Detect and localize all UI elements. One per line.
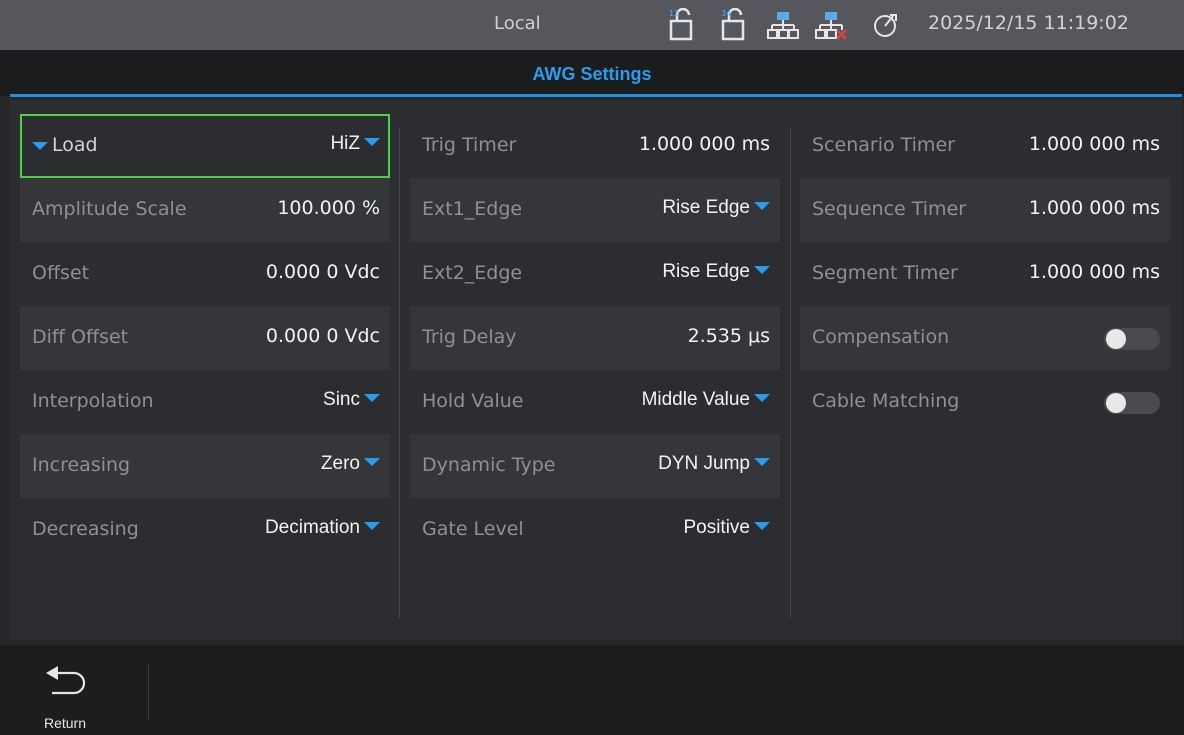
status-bar: Local 12 34 2025/12/15 11:19:02	[0, 0, 1184, 50]
svg-text:34: 34	[721, 9, 731, 18]
setting-value: Rise Edge	[662, 261, 770, 283]
setting-label: Gate Level	[422, 518, 524, 540]
setting-value: Middle Value	[642, 389, 770, 411]
toggle-knob	[1106, 329, 1126, 349]
footer-bar: Return	[0, 645, 1184, 735]
setting-value: 2.535 μs	[687, 325, 770, 347]
setting-label: Diff Offset	[32, 326, 129, 348]
setting-label: Offset	[32, 262, 90, 284]
setting-label: Cable Matching	[812, 390, 960, 412]
chevron-down-icon	[754, 394, 770, 403]
chevron-down-icon	[754, 266, 770, 275]
setting-dynamic-type[interactable]: Dynamic Type DYN Jump	[410, 434, 780, 498]
setting-trig-timer[interactable]: Trig Timer 1.000 000 ms	[410, 114, 780, 178]
return-button[interactable]: Return	[40, 663, 110, 733]
setting-value: DYN Jump	[658, 453, 770, 475]
setting-label: Dynamic Type	[422, 454, 556, 476]
chevron-down-icon	[32, 142, 48, 150]
page-title: AWG Settings	[532, 64, 652, 84]
channel-12-icon: 12	[669, 8, 693, 41]
setting-value: 0.000 0 Vdc	[265, 325, 380, 347]
setting-interpolation[interactable]: Interpolation Sinc	[20, 370, 390, 434]
setting-value: 0.000 0 Vdc	[265, 261, 380, 283]
chevron-down-icon	[754, 458, 770, 467]
svg-text:12: 12	[669, 9, 679, 18]
setting-value: HiZ	[330, 133, 380, 155]
column-divider	[790, 128, 791, 618]
setting-offset[interactable]: Offset 0.000 0 Vdc	[20, 242, 390, 306]
footer-divider	[148, 663, 149, 721]
setting-value: Zero	[321, 453, 380, 475]
setting-label: Compensation	[812, 326, 950, 348]
chevron-down-icon	[364, 458, 380, 467]
setting-trig-delay[interactable]: Trig Delay 2.535 μs	[410, 306, 780, 370]
setting-segment-timer[interactable]: Segment Timer 1.000 000 ms	[800, 242, 1170, 306]
setting-value: Rise Edge	[662, 197, 770, 219]
setting-label: Hold Value	[422, 390, 524, 412]
setting-value: Decimation	[265, 517, 380, 539]
setting-cable-matching: Cable Matching	[800, 370, 1170, 434]
setting-label: Sequence Timer	[812, 198, 967, 220]
setting-diff-offset[interactable]: Diff Offset 0.000 0 Vdc	[20, 306, 390, 370]
timer-icon	[874, 14, 897, 37]
setting-label: Load	[52, 134, 98, 156]
setting-increasing[interactable]: Increasing Zero	[20, 434, 390, 498]
setting-value: Sinc	[323, 389, 380, 411]
return-label: Return	[43, 715, 87, 731]
setting-label: Interpolation	[32, 390, 154, 412]
cable-matching-toggle[interactable]	[1104, 392, 1160, 414]
chevron-down-icon	[754, 522, 770, 531]
setting-label: Increasing	[32, 454, 131, 476]
setting-value: 1.000 000 ms	[638, 133, 770, 155]
chevron-down-icon	[364, 522, 380, 531]
setting-label: Ext1_Edge	[422, 198, 523, 220]
setting-label: Scenario Timer	[812, 134, 955, 156]
setting-load[interactable]: Load HiZ	[20, 114, 390, 178]
channel-34-icon: 34	[721, 8, 745, 41]
setting-value: 100.000 %	[277, 197, 380, 219]
setting-label: Segment Timer	[812, 262, 958, 284]
setting-label: Decreasing	[32, 518, 139, 540]
network-2-disconnected-icon	[815, 12, 847, 40]
setting-label: Amplitude Scale	[32, 198, 187, 220]
chevron-down-icon	[364, 138, 380, 147]
clock: 2025/12/15 11:19:02	[928, 12, 1129, 34]
setting-value: 1.000 000 ms	[1028, 197, 1160, 219]
setting-ext1-edge[interactable]: Ext1_Edge Rise Edge	[410, 178, 780, 242]
compensation-toggle[interactable]	[1104, 328, 1160, 350]
setting-label: Trig Timer	[422, 134, 517, 156]
setting-value: Positive	[683, 517, 770, 539]
toggle-knob	[1106, 393, 1126, 413]
setting-sequence-timer[interactable]: Sequence Timer 1.000 000 ms	[800, 178, 1170, 242]
setting-scenario-timer[interactable]: Scenario Timer 1.000 000 ms	[800, 114, 1170, 178]
title-underline	[10, 94, 1182, 97]
chevron-down-icon	[754, 202, 770, 211]
setting-hold-value[interactable]: Hold Value Middle Value	[410, 370, 780, 434]
control-mode: Local	[494, 13, 541, 34]
setting-ext2-edge[interactable]: Ext2_Edge Rise Edge	[410, 242, 780, 306]
chevron-down-icon	[364, 394, 380, 403]
setting-compensation: Compensation	[800, 306, 1170, 370]
return-arrow-icon	[46, 666, 86, 695]
network-1-icon	[767, 12, 799, 39]
setting-label: Ext2_Edge	[422, 262, 523, 284]
setting-value: 1.000 000 ms	[1028, 133, 1160, 155]
setting-amplitude-scale[interactable]: Amplitude Scale 100.000 %	[20, 178, 390, 242]
column-divider	[399, 128, 400, 618]
title-bar: AWG Settings	[0, 50, 1184, 96]
setting-value: 1.000 000 ms	[1028, 261, 1160, 283]
setting-decreasing[interactable]: Decreasing Decimation	[20, 498, 390, 562]
setting-gate-level[interactable]: Gate Level Positive	[410, 498, 780, 562]
settings-panel: Load HiZ Amplitude Scale 100.000 % Offse…	[10, 100, 1182, 640]
setting-label: Trig Delay	[422, 326, 517, 348]
